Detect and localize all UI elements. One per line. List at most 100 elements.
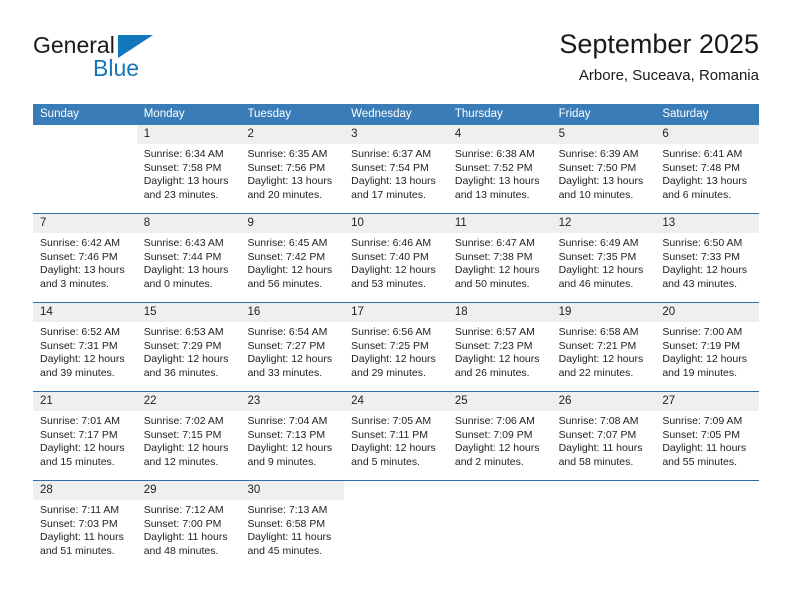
day-detail-line: Sunrise: 7:09 AM	[662, 415, 743, 427]
day-cell-25[interactable]: Sunrise: 7:06 AM Sunset: 7:09 PM Daylight:…	[448, 411, 552, 480]
day-number-30[interactable]: 30	[240, 481, 344, 500]
day-cell-4[interactable]: Sunrise: 6:38 AM Sunset: 7:52 PM Daylight:…	[448, 144, 552, 213]
day-cell-30[interactable]: Sunrise: 7:13 AM Sunset: 6:58 PM Daylight:…	[240, 500, 344, 569]
page-header: General Blue September 2025 Arbore, Suce…	[33, 28, 759, 100]
day-number-13[interactable]: 13	[655, 214, 759, 233]
day-number-22[interactable]: 22	[137, 392, 241, 411]
day-number-15[interactable]: 15	[137, 303, 241, 322]
day-cell-3[interactable]: Sunrise: 6:37 AM Sunset: 7:54 PM Daylight:…	[344, 144, 448, 213]
day-detail-line: and 12 minutes.	[143, 455, 219, 468]
day-cell-20[interactable]: Sunrise: 7:00 AM Sunset: 7:19 PM Daylight:…	[655, 322, 759, 391]
day-number-28[interactable]: 28	[33, 481, 137, 500]
day-detail-line: and 46 minutes.	[558, 277, 634, 290]
day-number-27[interactable]: 27	[655, 392, 759, 411]
day-cell-7[interactable]: Sunrise: 6:42 AM Sunset: 7:46 PM Daylight:…	[33, 233, 137, 302]
day-number-21[interactable]: 21	[33, 392, 137, 411]
day-number-14[interactable]: 14	[33, 303, 137, 322]
day-cell-8[interactable]: Sunrise: 6:43 AM Sunset: 7:44 PM Daylight:…	[137, 233, 241, 302]
weekday-header-friday: Friday	[558, 108, 591, 120]
day-detail-line: Daylight: 12 hours	[247, 442, 333, 455]
day-detail-line: Daylight: 12 hours	[351, 353, 436, 366]
day-detail-line: Daylight: 13 hours	[143, 175, 229, 188]
day-number-29[interactable]: 29	[137, 481, 241, 500]
weekday-header-monday: Monday	[143, 108, 185, 120]
day-detail-line: Sunrise: 7:00 AM	[662, 326, 743, 338]
day-detail-line: Sunset: 7:25 PM	[351, 339, 429, 352]
day-cell-9[interactable]: Sunrise: 6:45 AM Sunset: 7:42 PM Daylight:…	[240, 233, 344, 302]
day-number-17[interactable]: 17	[344, 303, 448, 322]
day-detail-line: Sunset: 7:35 PM	[558, 250, 637, 263]
day-cell-11[interactable]: Sunrise: 6:47 AM Sunset: 7:38 PM Daylight:…	[448, 233, 552, 302]
day-detail-line: and 22 minutes.	[558, 366, 634, 379]
day-number-18[interactable]: 18	[448, 303, 552, 322]
day-number-1[interactable]: 1	[137, 125, 241, 144]
day-detail-line: Sunrise: 6:38 AM	[454, 148, 535, 160]
day-detail-line: Daylight: 13 hours	[143, 264, 229, 277]
day-detail-line: Sunset: 7:40 PM	[351, 250, 429, 263]
day-cell-19[interactable]: Sunrise: 6:58 AM Sunset: 7:21 PM Daylight:…	[552, 322, 656, 391]
day-detail-line: Daylight: 12 hours	[143, 442, 229, 455]
day-number-10[interactable]: 10	[344, 214, 448, 233]
day-cell-22[interactable]: Sunrise: 7:02 AM Sunset: 7:15 PM Daylight:…	[137, 411, 241, 480]
day-number-5[interactable]: 5	[552, 125, 656, 144]
day-number-23[interactable]: 23	[240, 392, 344, 411]
day-cell-29[interactable]: Sunrise: 7:12 AM Sunset: 7:00 PM Daylight:…	[137, 500, 241, 569]
day-detail-line: and 43 minutes.	[662, 277, 738, 290]
day-number-empty	[33, 125, 137, 144]
day-number-16[interactable]: 16	[240, 303, 344, 322]
day-detail-line: Daylight: 12 hours	[454, 353, 540, 366]
day-detail-line: and 29 minutes.	[351, 366, 426, 379]
day-number-19[interactable]: 19	[552, 303, 656, 322]
day-cell-24[interactable]: Sunrise: 7:05 AM Sunset: 7:11 PM Daylight:…	[344, 411, 448, 480]
day-number-26[interactable]: 26	[552, 392, 656, 411]
day-detail-line: Sunrise: 6:47 AM	[454, 237, 535, 249]
day-cell-5[interactable]: Sunrise: 6:39 AM Sunset: 7:50 PM Daylight:…	[552, 144, 656, 213]
day-number-12[interactable]: 12	[552, 214, 656, 233]
day-number-25[interactable]: 25	[448, 392, 552, 411]
day-cell-18[interactable]: Sunrise: 6:57 AM Sunset: 7:23 PM Daylight:…	[448, 322, 552, 391]
day-number-3[interactable]: 3	[344, 125, 448, 144]
day-detail-line: and 2 minutes.	[454, 455, 524, 468]
day-detail-line: Daylight: 11 hours	[558, 442, 643, 455]
day-detail-line: Sunrise: 6:57 AM	[454, 326, 535, 338]
day-cell-13[interactable]: Sunrise: 6:50 AM Sunset: 7:33 PM Daylight:…	[655, 233, 759, 302]
day-detail-line: Sunrise: 6:49 AM	[558, 237, 639, 249]
day-detail-line: and 55 minutes.	[662, 455, 738, 468]
day-cell-23[interactable]: Sunrise: 7:04 AM Sunset: 7:13 PM Daylight:…	[240, 411, 344, 480]
day-number-20[interactable]: 20	[655, 303, 759, 322]
weekday-header-saturday: Saturday	[662, 108, 709, 120]
day-number-24[interactable]: 24	[344, 392, 448, 411]
day-number-11[interactable]: 11	[448, 214, 552, 233]
day-number-4[interactable]: 4	[448, 125, 552, 144]
day-cell-12[interactable]: Sunrise: 6:49 AM Sunset: 7:35 PM Daylight:…	[552, 233, 656, 302]
day-detail-line: Daylight: 12 hours	[558, 264, 644, 277]
day-cell-26[interactable]: Sunrise: 7:08 AM Sunset: 7:07 PM Daylight:…	[552, 411, 656, 480]
week-detail-band: Sunrise: 6:34 AM Sunset: 7:58 PM Daylight:…	[33, 144, 759, 213]
day-detail-line: Sunrise: 7:13 AM	[247, 504, 328, 516]
day-cell-14[interactable]: Sunrise: 6:52 AM Sunset: 7:31 PM Daylight:…	[33, 322, 137, 391]
day-detail-line: Sunrise: 7:02 AM	[143, 415, 224, 427]
day-detail-line: Sunrise: 6:42 AM	[40, 237, 120, 249]
day-cell-6[interactable]: Sunrise: 6:41 AM Sunset: 7:48 PM Daylight:…	[655, 144, 759, 213]
day-detail-line: and 33 minutes.	[247, 366, 323, 379]
day-cell-2[interactable]: Sunrise: 6:35 AM Sunset: 7:56 PM Daylight:…	[240, 144, 344, 213]
day-cell-16[interactable]: Sunrise: 6:54 AM Sunset: 7:27 PM Daylight:…	[240, 322, 344, 391]
day-detail-line: Daylight: 11 hours	[662, 442, 747, 455]
day-cell-10[interactable]: Sunrise: 6:46 AM Sunset: 7:40 PM Daylight:…	[344, 233, 448, 302]
day-detail-line: Daylight: 12 hours	[454, 264, 540, 277]
day-cell-1[interactable]: Sunrise: 6:34 AM Sunset: 7:58 PM Daylight:…	[137, 144, 241, 213]
week-daynumber-band: 14 15 16 17 18 19 20	[33, 303, 759, 322]
weekday-header-sunday: Sunday	[40, 108, 80, 120]
day-number-2[interactable]: 2	[240, 125, 344, 144]
weekday-header-tuesday: Tuesday	[247, 108, 292, 120]
day-cell-17[interactable]: Sunrise: 6:56 AM Sunset: 7:25 PM Daylight:…	[344, 322, 448, 391]
day-number-8[interactable]: 8	[137, 214, 241, 233]
page-subtitle: Arbore, Suceava, Romania	[578, 67, 759, 84]
day-cell-15[interactable]: Sunrise: 6:53 AM Sunset: 7:29 PM Daylight:…	[137, 322, 241, 391]
day-number-7[interactable]: 7	[33, 214, 137, 233]
day-cell-21[interactable]: Sunrise: 7:01 AM Sunset: 7:17 PM Daylight:…	[33, 411, 137, 480]
day-number-6[interactable]: 6	[655, 125, 759, 144]
day-cell-28[interactable]: Sunrise: 7:11 AM Sunset: 7:03 PM Daylight:…	[33, 500, 137, 569]
day-cell-27[interactable]: Sunrise: 7:09 AM Sunset: 7:05 PM Daylight:…	[655, 411, 759, 480]
day-number-9[interactable]: 9	[240, 214, 344, 233]
